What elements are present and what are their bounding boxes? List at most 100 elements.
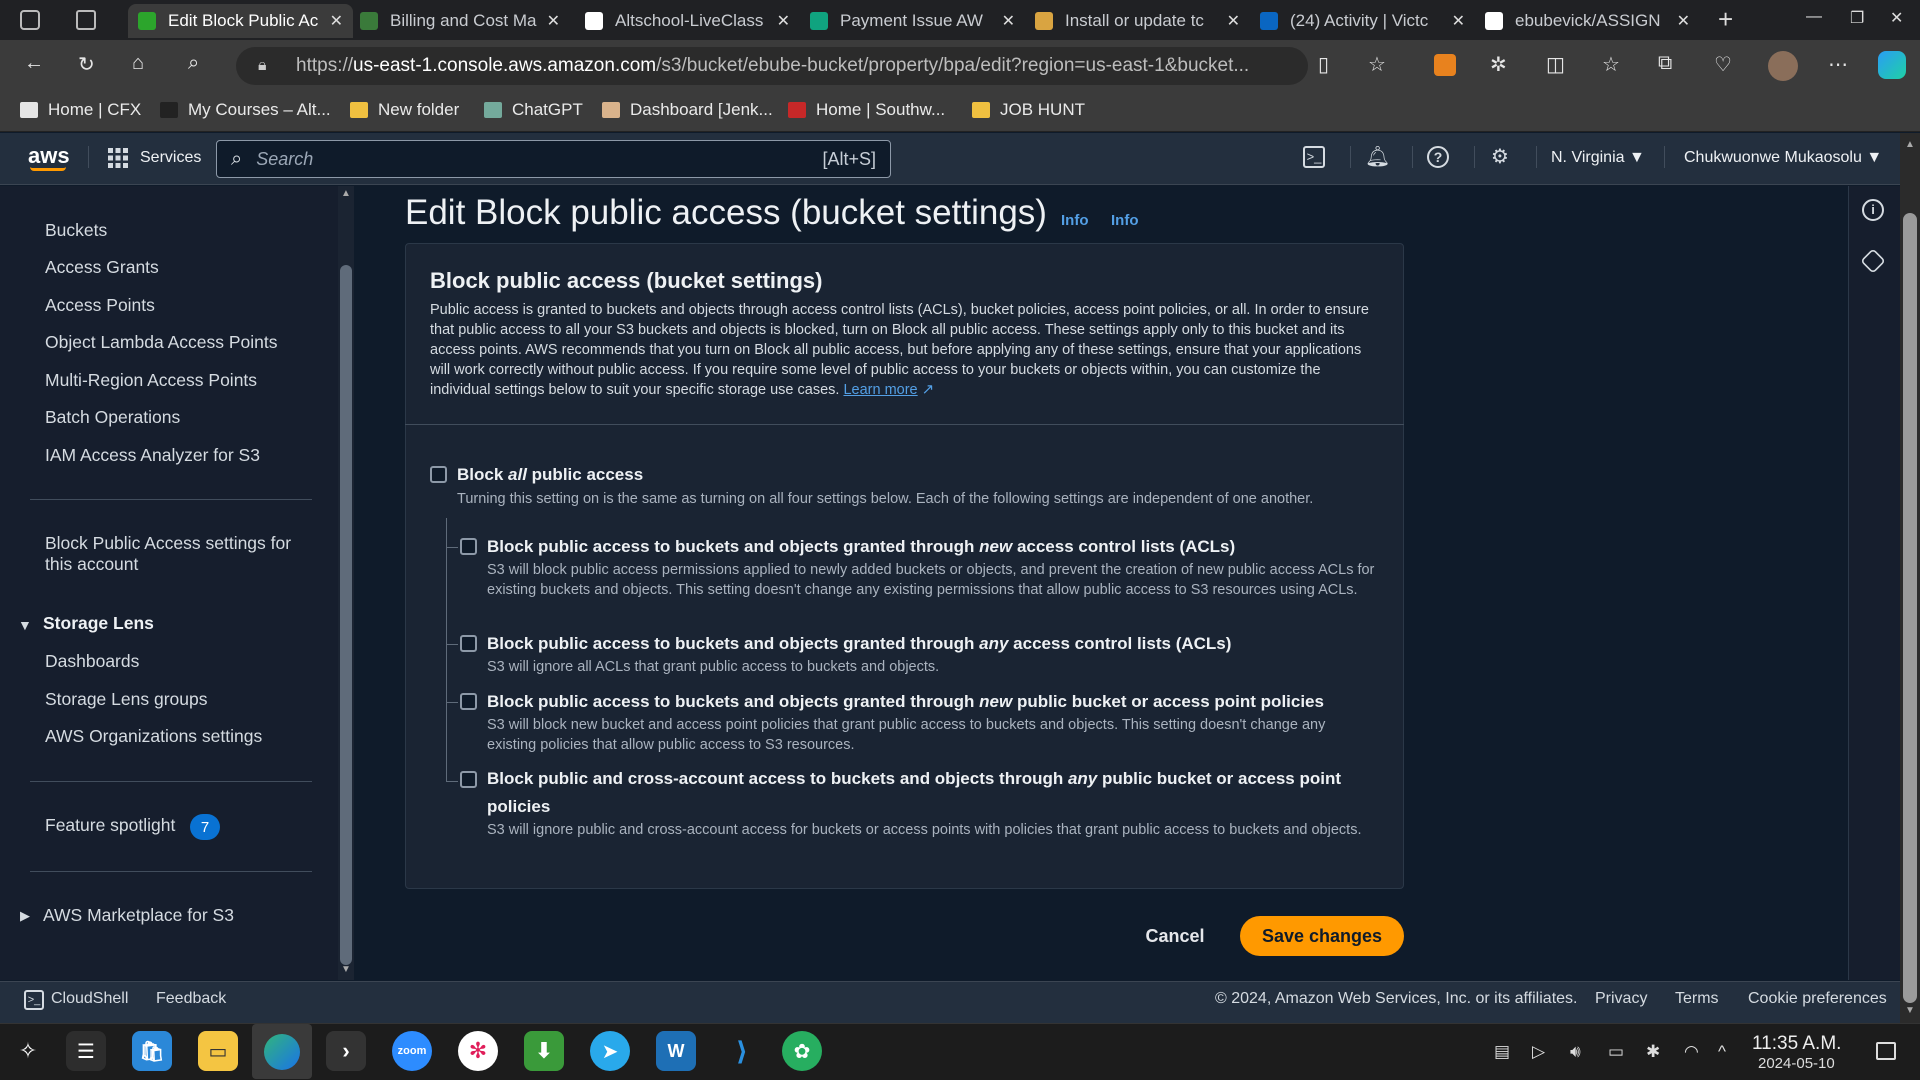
favorite-star-icon[interactable]: ☆ — [1368, 52, 1386, 77]
search-page-icon[interactable]: ⌕ — [188, 52, 199, 75]
minimize-icon[interactable]: — — [1806, 8, 1822, 26]
info-link[interactable]: Info — [1111, 212, 1139, 229]
browser-tab[interactable]: Payment Issue AW ✕ — [800, 4, 1025, 38]
wifi-icon[interactable]: ◠ — [1684, 1042, 1699, 1062]
page-scroll-thumb[interactable] — [1903, 213, 1917, 1003]
bluetooth-icon[interactable]: ✱ — [1646, 1042, 1660, 1062]
help-icon[interactable]: ? — [1427, 146, 1449, 168]
caret-right-icon[interactable]: ▶ — [20, 908, 30, 924]
download-manager-icon[interactable]: ⬇ — [524, 1031, 564, 1071]
copilot-icon[interactable] — [1878, 51, 1906, 79]
any-acl-checkbox[interactable] — [460, 635, 477, 652]
aws-logo[interactable]: aws — [28, 143, 70, 169]
cloudshell-link[interactable]: CloudShell — [51, 990, 128, 1008]
sidebar-item-org-settings[interactable]: AWS Organizations settings — [45, 726, 262, 747]
media-play-icon[interactable]: ▷ — [1532, 1042, 1545, 1062]
url-field[interactable]: 🔒︎ https://us-east-1.console.aws.amazon.… — [236, 47, 1308, 85]
browser-tab[interactable]: ebubevick/ASSIGN ✕ — [1475, 4, 1700, 38]
sidebar-item-access-points[interactable]: Access Points — [45, 295, 155, 316]
lock-icon[interactable]: 🔒︎ — [258, 57, 267, 75]
new-acl-checkbox[interactable] — [460, 538, 477, 555]
restore-icon[interactable]: ❐ — [1850, 8, 1864, 28]
close-tab-icon[interactable]: ✕ — [547, 11, 560, 31]
telegram-icon[interactable]: ➤ — [590, 1031, 630, 1071]
sidebar-item-marketplace[interactable]: AWS Marketplace for S3 — [43, 905, 234, 926]
feedback-link[interactable]: Feedback — [156, 990, 226, 1008]
terminal-icon[interactable]: › — [326, 1031, 366, 1071]
notifications-bell-icon[interactable]: 🔔︎ — [1365, 146, 1390, 168]
sidebar-item-iam-analyzer[interactable]: IAM Access Analyzer for S3 — [45, 445, 260, 466]
privacy-link[interactable]: Privacy — [1595, 990, 1647, 1008]
back-icon[interactable]: ← — [24, 52, 44, 75]
browser-tab[interactable]: (24) Activity | Victc ✕ — [1250, 4, 1475, 38]
scroll-down-icon[interactable]: ▼ — [1905, 1005, 1915, 1016]
services-menu[interactable]: Services — [140, 149, 201, 167]
close-window-icon[interactable]: ✕ — [1890, 8, 1903, 28]
favorites-icon[interactable]: ☆ — [1602, 52, 1620, 77]
sidebar-item-access-grants[interactable]: Access Grants — [45, 257, 159, 278]
metamask-icon[interactable] — [1434, 54, 1456, 76]
volume-icon[interactable]: 🔊︎ — [1570, 1042, 1581, 1062]
browser-tab[interactable]: Billing and Cost Ma ✕ — [350, 4, 570, 38]
close-tab-icon[interactable]: ✕ — [1452, 11, 1465, 31]
learn-more-link[interactable]: Learn more — [843, 382, 917, 398]
app-launcher-icon[interactable]: ☰ — [66, 1031, 106, 1071]
more-options-icon[interactable]: ⋯ — [1828, 52, 1848, 77]
caret-down-icon[interactable]: ▼ — [18, 617, 32, 633]
any-policy-label-line2[interactable]: policies — [487, 797, 550, 817]
any-policy-checkbox[interactable] — [460, 771, 477, 788]
close-tab-icon[interactable]: ✕ — [1227, 11, 1240, 31]
new-acl-label[interactable]: Block public access to buckets and objec… — [487, 537, 1235, 557]
new-tab-icon[interactable]: + — [1718, 4, 1733, 35]
start-menu-icon[interactable]: ✧ — [8, 1031, 48, 1071]
sidebar-item-feature-spotlight[interactable]: Feature spotlight — [45, 815, 175, 836]
bookmark-item[interactable]: Home | CFX — [20, 100, 141, 120]
tab-actions-icon[interactable] — [76, 10, 96, 30]
store-icon[interactable]: 🛍︎ — [132, 1031, 172, 1071]
scroll-up-icon[interactable]: ▲ — [1905, 139, 1915, 150]
slack-icon[interactable]: ✻ — [458, 1031, 498, 1071]
bookmark-item[interactable]: My Courses – Alt... — [160, 100, 331, 120]
close-tab-icon[interactable]: ✕ — [777, 11, 790, 31]
search-input[interactable]: ⌕ Search [Alt+S] — [216, 140, 891, 178]
sidebar-section-storage-lens[interactable]: Storage Lens — [43, 613, 154, 634]
split-screen-icon[interactable]: ◫ — [1546, 52, 1565, 77]
sidebar-item-batch-operations[interactable]: Batch Operations — [45, 407, 180, 428]
services-grid-icon[interactable] — [108, 148, 128, 168]
profile-avatar[interactable] — [1768, 51, 1798, 81]
workspaces-icon[interactable] — [20, 10, 40, 30]
block-all-label[interactable]: Block all public access — [457, 465, 643, 485]
sidebar-item-bpa-account[interactable]: Block Public Access settings for this acc… — [45, 533, 291, 575]
bookmark-item[interactable]: Dashboard [Jenk... — [602, 100, 773, 120]
save-changes-button[interactable]: Save changes — [1240, 916, 1404, 956]
chatgpt-app-icon[interactable]: ✿ — [782, 1031, 822, 1071]
zoom-icon[interactable]: zoom — [392, 1031, 432, 1071]
any-acl-label[interactable]: Block public access to buckets and objec… — [487, 634, 1231, 654]
home-icon[interactable]: ⌂ — [132, 52, 144, 75]
close-tab-icon[interactable]: ✕ — [1677, 11, 1690, 31]
cancel-button[interactable]: Cancel — [1130, 916, 1220, 956]
bookmark-item[interactable]: JOB HUNT — [972, 100, 1085, 120]
file-explorer-icon[interactable]: ▭ — [198, 1031, 238, 1071]
block-all-checkbox[interactable] — [430, 466, 447, 483]
sidebar-item-buckets[interactable]: Buckets — [45, 220, 107, 241]
bookmark-item[interactable]: New folder — [350, 100, 459, 120]
info-link[interactable]: Info — [1061, 212, 1089, 229]
cloudshell-icon[interactable]: >_ — [24, 990, 44, 1010]
browser-tab[interactable]: Altschool-LiveClass ✕ — [575, 4, 800, 38]
collections-icon[interactable]: ⧉ — [1658, 52, 1672, 75]
extensions-icon[interactable]: ✲ — [1490, 52, 1507, 77]
scroll-up-icon[interactable]: ▲ — [341, 188, 351, 199]
close-tab-icon[interactable]: ✕ — [330, 11, 343, 31]
sidebar-item-lens-groups[interactable]: Storage Lens groups — [45, 689, 207, 710]
info-panel-icon[interactable]: i — [1862, 199, 1884, 221]
refresh-icon[interactable]: ↻ — [78, 52, 95, 77]
sidebar-item-object-lambda[interactable]: Object Lambda Access Points — [45, 332, 277, 353]
new-policy-checkbox[interactable] — [460, 693, 477, 710]
new-policy-label[interactable]: Block public access to buckets and objec… — [487, 692, 1324, 712]
tray-expand-icon[interactable]: ^ — [1718, 1042, 1726, 1062]
settings-gear-icon[interactable]: ⚙ — [1489, 146, 1511, 168]
sidebar-item-multi-region[interactable]: Multi-Region Access Points — [45, 370, 257, 391]
browser-tab[interactable]: Edit Block Public Ac ✕ — [128, 4, 353, 38]
browser-tab[interactable]: Install or update tc ✕ — [1025, 4, 1250, 38]
